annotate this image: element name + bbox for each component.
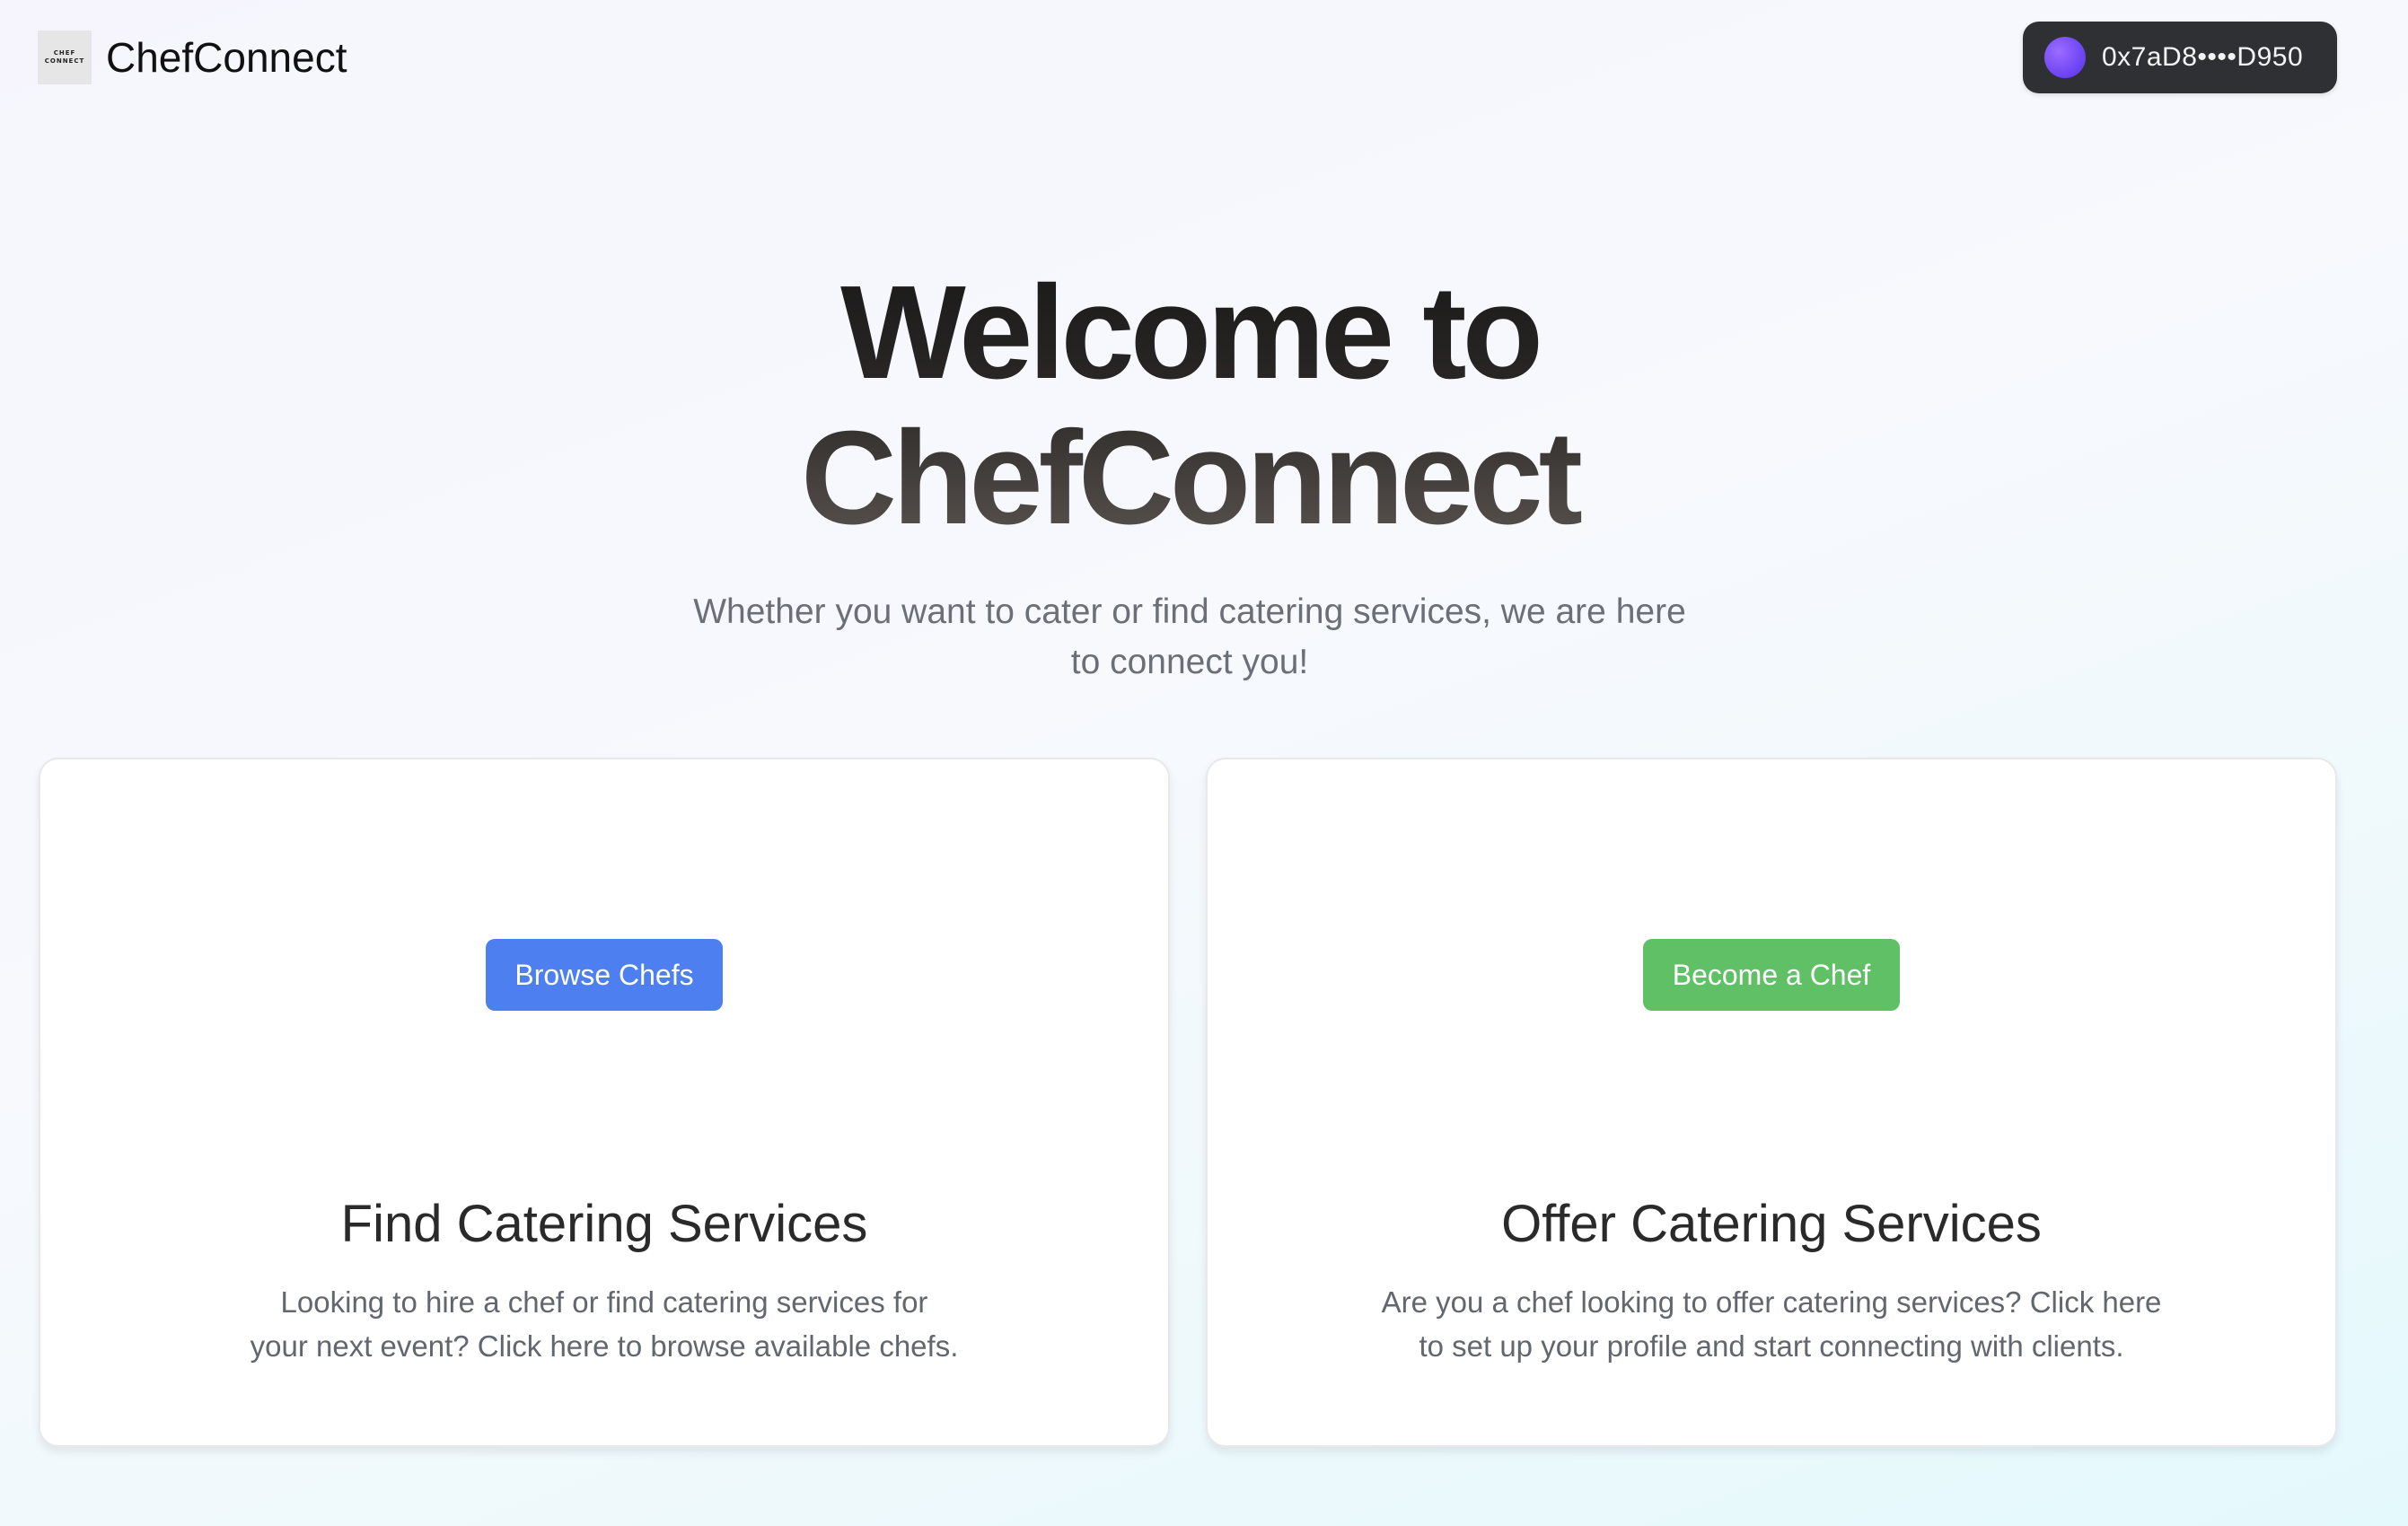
brand-link[interactable]: CHEF CONNECT ChefConnect xyxy=(38,31,347,84)
card-description-line2: to set up your profile and start connect… xyxy=(1419,1329,2124,1363)
hero-subtitle-line1: Whether you want to cater or find cateri… xyxy=(693,592,1686,631)
hero-title-line2: ChefConnect xyxy=(801,404,1578,552)
logo-text-line1: CHEF xyxy=(53,49,76,57)
wallet-address: 0x7aD8••••D950 xyxy=(2102,42,2304,72)
card-description: Are you a chef looking to offer catering… xyxy=(1208,1280,2335,1368)
card-title: Find Catering Services xyxy=(340,1195,868,1253)
wallet-avatar-icon xyxy=(2044,37,2086,78)
hero-title: Welcome to ChefConnect xyxy=(0,260,2379,551)
card-description-line2: your next event? Click here to browse av… xyxy=(250,1329,959,1363)
card-title: Offer Catering Services xyxy=(1501,1195,2042,1253)
card-description-line1: Looking to hire a chef or find catering … xyxy=(280,1285,928,1319)
hero-subtitle-line2: to connect you! xyxy=(1070,643,1309,681)
top-bar: CHEF CONNECT ChefConnect 0x7aD8••••D950 xyxy=(0,0,2408,117)
logo-icon: CHEF CONNECT xyxy=(38,31,92,84)
card-description: Looking to hire a chef or find catering … xyxy=(40,1280,1168,1368)
hero-section: Welcome to ChefConnect Whether you want … xyxy=(0,260,2379,688)
hero-subtitle: Whether you want to cater or find cateri… xyxy=(678,587,1701,688)
browse-chefs-button[interactable]: Browse Chefs xyxy=(486,939,723,1011)
logo-text-line2: CONNECT xyxy=(44,57,85,65)
find-catering-card[interactable]: Browse Chefs Find Catering Services Look… xyxy=(39,758,1170,1447)
become-a-chef-button[interactable]: Become a Chef xyxy=(1643,939,1900,1011)
hero-title-line1: Welcome to xyxy=(840,259,1539,407)
wallet-connect-button[interactable]: 0x7aD8••••D950 xyxy=(2023,22,2337,93)
card-description-line1: Are you a chef looking to offer catering… xyxy=(1381,1285,2162,1319)
brand-name: ChefConnect xyxy=(106,34,347,81)
offer-catering-card[interactable]: Become a Chef Offer Catering Services Ar… xyxy=(1206,758,2337,1447)
